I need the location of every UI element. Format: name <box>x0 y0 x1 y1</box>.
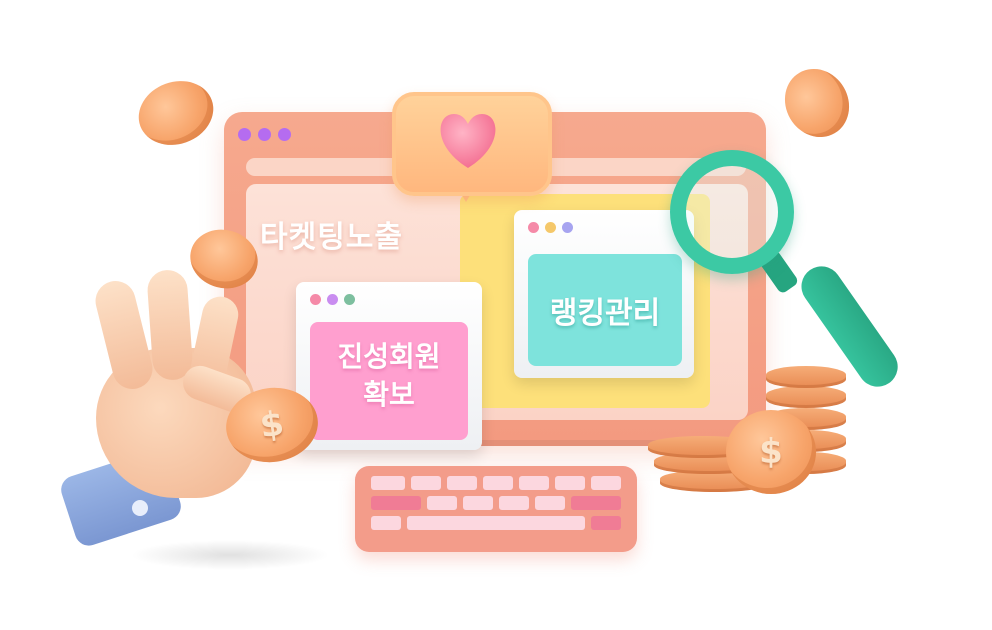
window-dot-3 <box>278 128 291 141</box>
dollar-icon-hand: $ <box>257 403 287 447</box>
heart-bubble <box>392 92 552 196</box>
coin-top-left <box>129 70 223 156</box>
members-label: 진성회원 확보 <box>310 338 468 414</box>
coin-in-hand: $ <box>221 381 323 469</box>
heart-icon <box>440 114 496 168</box>
ranking-label: 랭킹관리 <box>549 296 661 331</box>
ranking-window-dots <box>528 222 573 233</box>
coin-dollar-stack: $ <box>726 410 816 494</box>
cuff-button <box>132 500 148 516</box>
window-dot-1 <box>238 128 251 141</box>
members-label-line1: 진성회원 <box>337 340 441 373</box>
dollar-icon-stack: $ <box>759 432 783 472</box>
members-window-dots <box>310 294 355 305</box>
hand-finger-2 <box>146 268 194 382</box>
magnifier-icon <box>670 150 794 274</box>
hand-shadow <box>130 540 330 570</box>
members-label-line2: 확보 <box>363 378 415 411</box>
headline-targeting: 타켓팅노출 <box>260 220 403 255</box>
coin-stack-8 <box>766 366 846 388</box>
coin-top-right <box>772 57 862 149</box>
window-dot-2 <box>258 128 271 141</box>
coin-stack-7 <box>766 386 846 408</box>
keyboard <box>355 466 637 552</box>
